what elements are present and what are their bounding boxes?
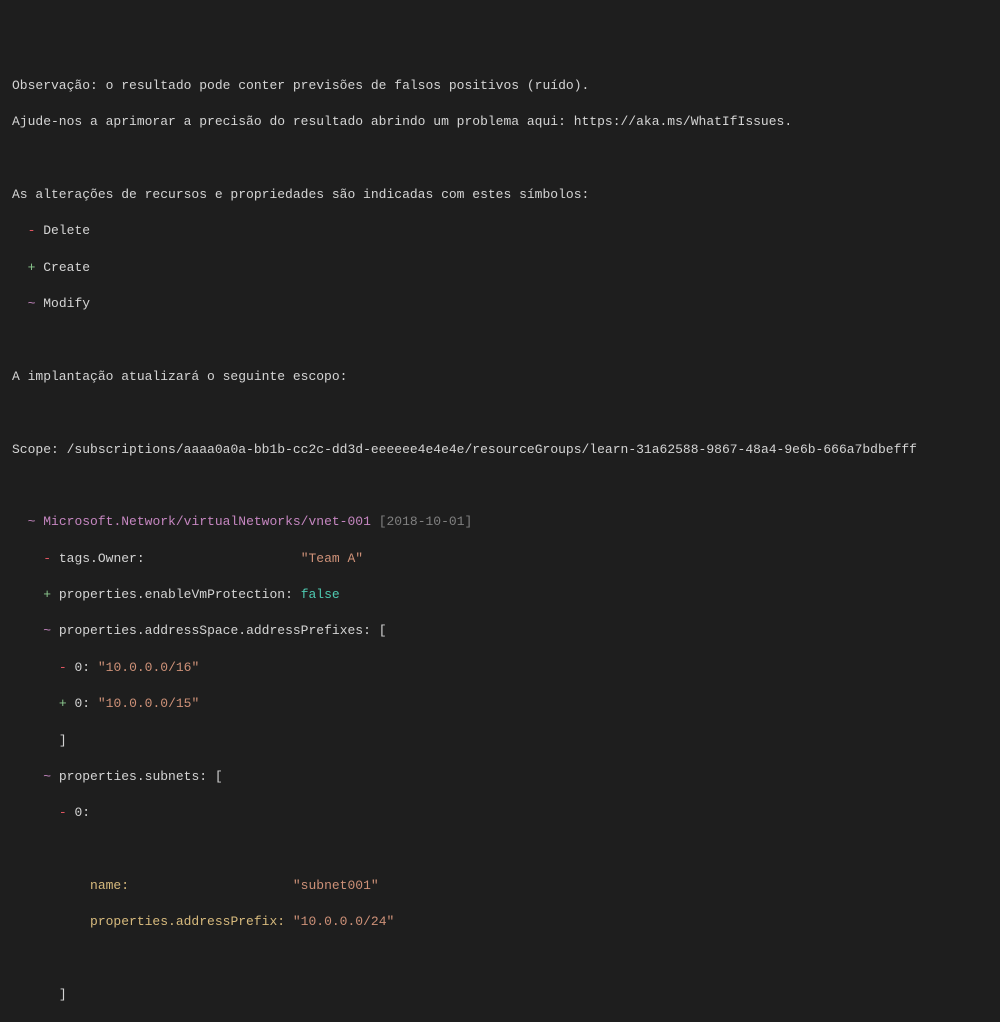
addr-plus-val: "10.0.0.0/15" [98, 696, 199, 711]
tags-line: - tags.Owner: "Team A" [12, 550, 988, 568]
addr-plus-line: + 0: "10.0.0.0/15" [12, 695, 988, 713]
scope-intro: A implantação atualizará o seguinte esco… [12, 368, 988, 386]
subnets-close-line: ] [12, 986, 988, 1004]
subnets-minus-line: - 0: [12, 804, 988, 822]
addr-open: [ [379, 623, 387, 638]
legend-delete: - Delete [12, 222, 988, 240]
blank-line [12, 150, 988, 168]
enable-value: false [301, 587, 340, 602]
enable-plus: + [43, 587, 51, 602]
scope-prefix: /subscriptions/ [67, 442, 184, 457]
legend-create: + Create [12, 259, 988, 277]
blank-line [12, 331, 988, 349]
subnet-name-key: name: [90, 878, 129, 893]
subnets-modify: ~ [43, 769, 51, 784]
subnet-prefix-val: "10.0.0.0/24" [293, 914, 394, 929]
subnets-close: ] [59, 987, 67, 1002]
subnets-idx: 0 [74, 805, 82, 820]
subnets-minus-sym: - [59, 805, 67, 820]
blank-line [12, 477, 988, 495]
addr-key: properties.addressSpace.addressPrefixes: [59, 623, 371, 638]
help-line: Ajude-nos a aprimorar a precisão do resu… [12, 113, 988, 131]
subnets-open: [ [215, 769, 223, 784]
addr-close: ] [59, 733, 67, 748]
scope-line: Scope: /subscriptions/aaaa0a0a-bb1b-cc2c… [12, 441, 988, 459]
enable-line: + properties.enableVmProtection: false [12, 586, 988, 604]
delete-symbol: - [28, 223, 36, 238]
blank-line [12, 841, 988, 859]
observation-line: Observação: o resultado pode conter prev… [12, 77, 988, 95]
addr-modify: ~ [43, 623, 51, 638]
addr-minus-sym: - [59, 660, 67, 675]
addr-minus-val: "10.0.0.0/16" [98, 660, 199, 675]
tags-minus: - [43, 551, 51, 566]
addr-plus-idx: 0 [74, 696, 82, 711]
resource-id: Microsoft.Network/virtualNetworks/vnet-0… [43, 514, 371, 529]
tags-key: tags.Owner: [59, 551, 145, 566]
scope-suffix: /resourceGroups/learn-31a62588-9867-48a4… [465, 442, 917, 457]
blank-line [12, 950, 988, 968]
addr-header: ~ properties.addressSpace.addressPrefixe… [12, 622, 988, 640]
subnet-prefix-key: properties.addressPrefix: [90, 914, 285, 929]
legend-modify: ~ Modify [12, 295, 988, 313]
subnets-header: ~ properties.subnets: [ [12, 768, 988, 786]
blank-line [12, 404, 988, 422]
tags-value: "Team A" [301, 551, 363, 566]
resource-modify-symbol: ~ [28, 514, 36, 529]
scope-label: Scope: [12, 442, 67, 457]
subnet-prefix-line: properties.addressPrefix: "10.0.0.0/24" [12, 913, 988, 931]
addr-minus-line: - 0: "10.0.0.0/16" [12, 659, 988, 677]
resource-api: [2018-10-01] [379, 514, 473, 529]
addr-plus-sym: + [59, 696, 67, 711]
create-label: Create [43, 260, 90, 275]
modify-symbol: ~ [28, 296, 36, 311]
subnets-key: properties.subnets: [59, 769, 207, 784]
resource-header: ~ Microsoft.Network/virtualNetworks/vnet… [12, 513, 988, 531]
subnet-name-val: "subnet001" [293, 878, 379, 893]
create-symbol: + [28, 260, 36, 275]
modify-label: Modify [43, 296, 90, 311]
scope-subid: aaaa0a0a-bb1b-cc2c-dd3d-eeeeee4e4e4e [184, 442, 465, 457]
delete-label: Delete [43, 223, 90, 238]
enable-key: properties.enableVmProtection: [59, 587, 293, 602]
addr-close-line: ] [12, 732, 988, 750]
subnet-name-line: name: "subnet001" [12, 877, 988, 895]
legend-intro: As alterações de recursos e propriedades… [12, 186, 988, 204]
addr-minus-idx: 0 [74, 660, 82, 675]
